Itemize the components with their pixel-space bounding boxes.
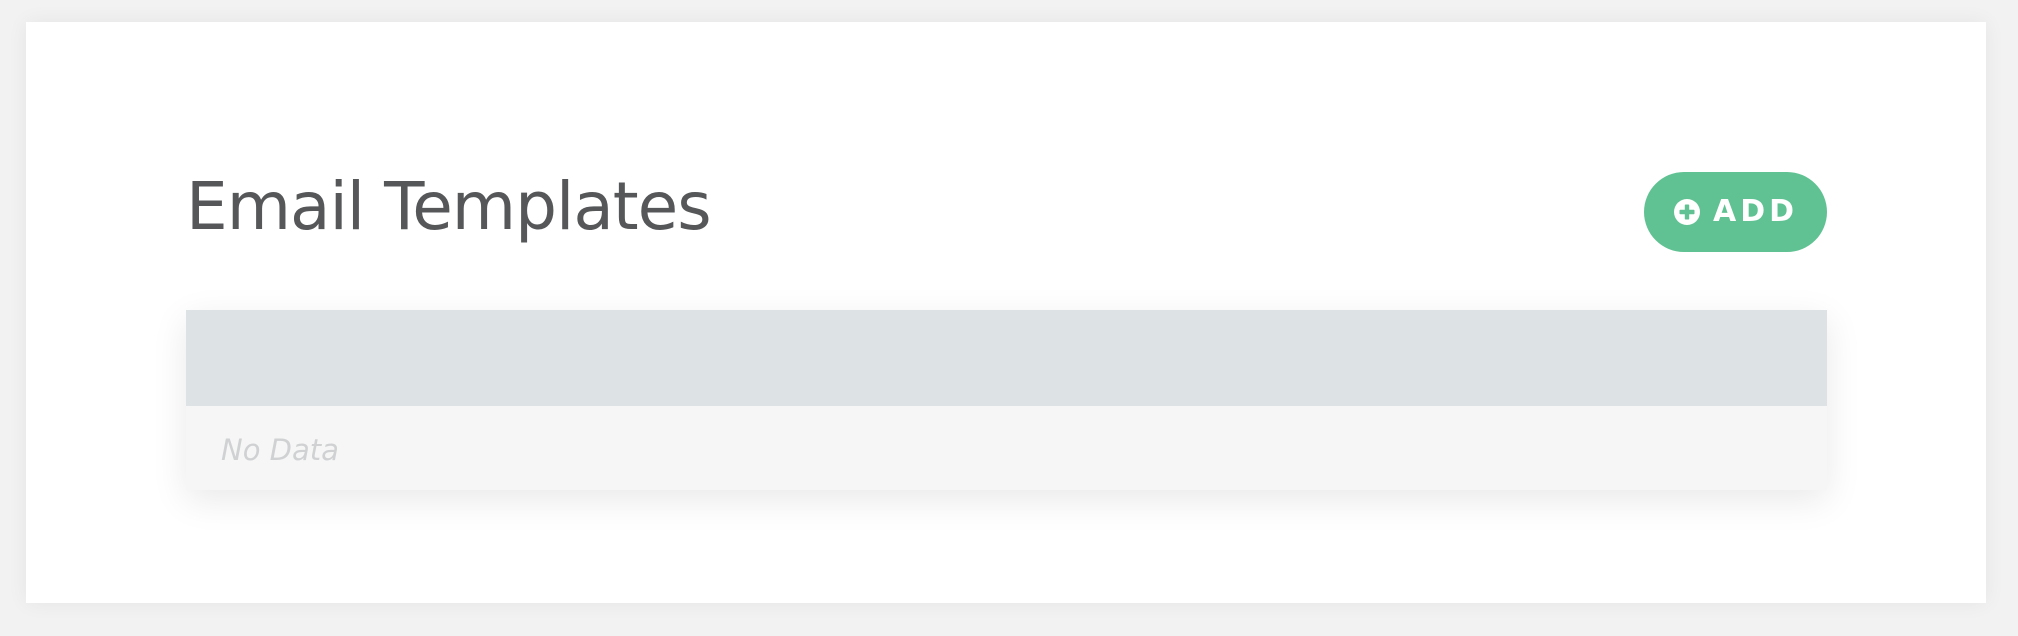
add-button[interactable]: ADD xyxy=(1644,172,1827,252)
empty-state-text: No Data xyxy=(221,433,339,467)
templates-table: No Data xyxy=(186,310,1827,490)
plus-circle-icon xyxy=(1673,198,1701,226)
table-body: No Data xyxy=(186,406,1827,490)
add-button-label: ADD xyxy=(1712,194,1799,229)
page-card: Email Templates ADD No Data xyxy=(26,22,1986,603)
page-title: Email Templates xyxy=(186,168,712,245)
table-header xyxy=(186,310,1827,406)
